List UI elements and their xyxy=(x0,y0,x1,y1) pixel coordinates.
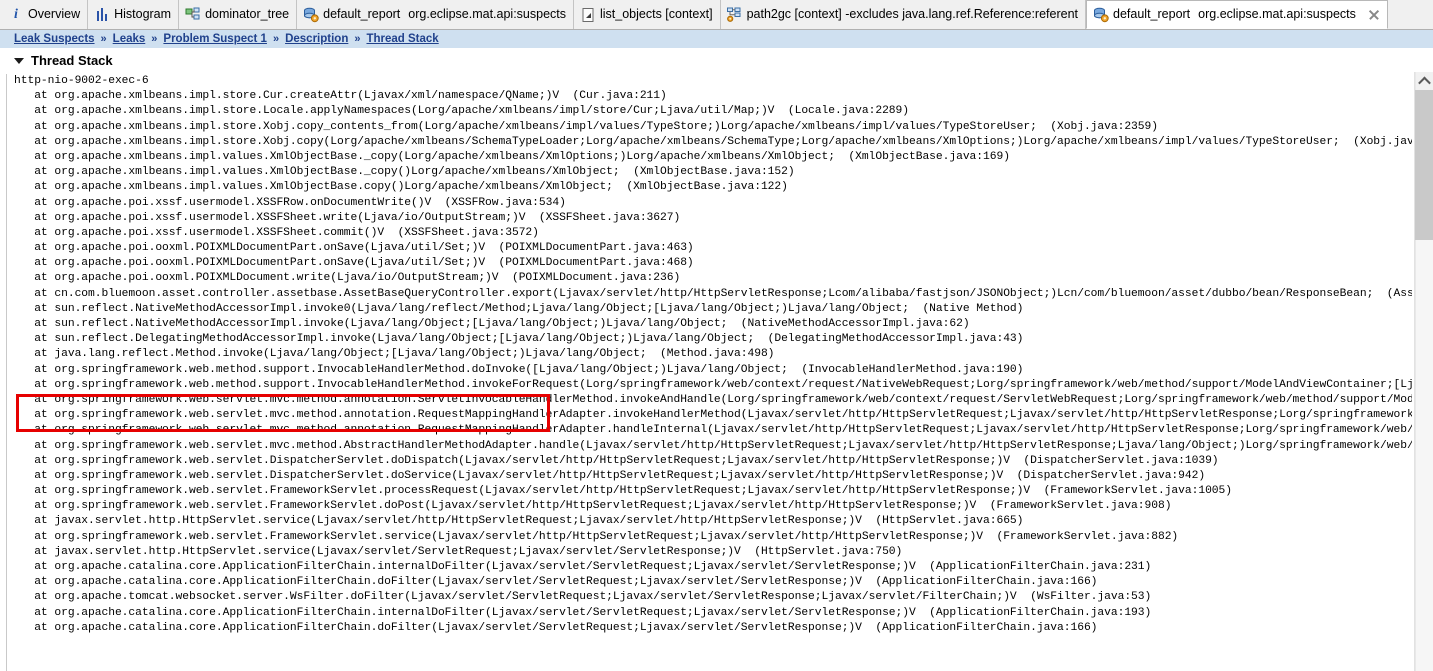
tab-label: default_report xyxy=(1113,7,1191,21)
breadcrumb-link[interactable]: Thread Stack xyxy=(366,33,438,45)
stack-frame-line[interactable]: at org.apache.xmlbeans.impl.values.XmlOb… xyxy=(14,165,1412,180)
editor-tab[interactable]: dominator_tree xyxy=(179,0,298,29)
tab-label: list_objects [context] xyxy=(600,7,713,21)
tab-label: Histogram xyxy=(114,7,172,21)
breadcrumb-link[interactable]: Description xyxy=(285,33,348,45)
tab-label: default_report xyxy=(323,7,401,21)
stack-frame-line[interactable]: at sun.reflect.NativeMethodAccessorImpl.… xyxy=(14,302,1412,317)
tab-label: dominator_tree xyxy=(205,7,290,21)
editor-tab[interactable]: path2gc [context] -excludes java.lang.re… xyxy=(720,0,1087,29)
stack-frame-line[interactable]: at org.apache.catalina.core.ApplicationF… xyxy=(14,575,1412,590)
stack-frame-line[interactable]: at org.apache.xmlbeans.impl.store.Locale… xyxy=(14,104,1412,119)
stack-frame-line[interactable]: at org.apache.xmlbeans.impl.store.Xobj.c… xyxy=(14,120,1412,135)
stack-frame-line[interactable]: at org.apache.catalina.core.ApplicationF… xyxy=(14,621,1412,636)
stack-frame-line[interactable]: at org.springframework.web.servlet.mvc.m… xyxy=(14,439,1412,454)
tab-label: Overview xyxy=(28,7,81,21)
stack-frame-line[interactable]: at org.apache.xmlbeans.impl.values.XmlOb… xyxy=(14,180,1412,195)
editor-tab[interactable]: default_report org.eclipse.mat.api:suspec… xyxy=(297,0,574,29)
stack-frame-line[interactable]: at org.apache.tomcat.websocket.server.Ws… xyxy=(14,590,1412,605)
thread-name: http-nio-9002-exec-6 xyxy=(14,75,149,87)
stack-frame-line[interactable]: at sun.reflect.DelegatingMethodAccessorI… xyxy=(14,332,1412,347)
stack-frame-line[interactable]: at org.apache.poi.ooxml.POIXMLDocument.w… xyxy=(14,271,1412,286)
stack-frame-line[interactable]: at java.lang.reflect.Method.invoke(Ljava… xyxy=(14,347,1412,362)
breadcrumb-separator-icon: » xyxy=(272,33,280,45)
histogram-icon xyxy=(94,7,110,23)
stack-trace-text[interactable]: http-nio-9002-exec-6 at org.apache.xmlbe… xyxy=(14,74,1412,636)
stack-frame-line[interactable]: at org.apache.poi.ooxml.POIXMLDocumentPa… xyxy=(14,256,1412,271)
stack-frame-line[interactable]: at org.springframework.web.servlet.mvc.m… xyxy=(14,393,1412,408)
stack-frame-line[interactable]: at org.springframework.web.servlet.Frame… xyxy=(14,499,1412,514)
breadcrumb-link[interactable]: Leak Suspects xyxy=(14,33,95,45)
editor-tab[interactable]: i Overview xyxy=(2,0,89,29)
info-icon: i xyxy=(14,6,18,22)
dominator-tree-icon xyxy=(185,7,201,23)
page-title: Thread Stack xyxy=(31,53,113,68)
close-icon[interactable] xyxy=(1368,9,1380,21)
stack-frame-line[interactable]: at org.apache.xmlbeans.impl.values.XmlOb… xyxy=(14,150,1412,165)
breadcrumb: Leak Suspects » Leaks » Problem Suspect 1 » De… xyxy=(0,30,1433,49)
list-objects-icon xyxy=(580,7,596,23)
collapse-twisty-icon[interactable] xyxy=(14,57,24,64)
breadcrumb-link[interactable]: Leaks xyxy=(113,33,146,45)
tab-label: path2gc [context] -excludes java.lang.re… xyxy=(746,7,1079,21)
thread-stack-panel: http-nio-9002-exec-6 at org.apache.xmlbe… xyxy=(0,72,1433,671)
report-icon xyxy=(1093,7,1109,23)
stack-frame-line[interactable]: at org.apache.xmlbeans.impl.store.Cur.cr… xyxy=(14,89,1412,104)
stack-frame-line[interactable]: at org.springframework.web.servlet.Frame… xyxy=(14,530,1412,545)
stack-frame-line[interactable]: at org.apache.xmlbeans.impl.store.Xobj.c… xyxy=(14,135,1412,150)
stack-frame-line[interactable]: at org.apache.catalina.core.ApplicationF… xyxy=(14,606,1412,621)
stack-frame-line[interactable]: at org.apache.poi.xssf.usermodel.XSSFShe… xyxy=(14,226,1412,241)
stack-frame-line[interactable]: at org.apache.poi.xssf.usermodel.XSSFRow… xyxy=(14,196,1412,211)
report-icon xyxy=(303,7,319,23)
breadcrumb-separator-icon: » xyxy=(151,33,158,45)
scrollbar-thumb[interactable] xyxy=(1415,90,1433,240)
tab-sublabel: org.eclipse.mat.api:suspects xyxy=(1198,7,1356,21)
stack-frame-line[interactable]: at org.springframework.web.method.suppor… xyxy=(14,363,1412,378)
editor-tab[interactable]: default_report org.eclipse.mat.api:suspec… xyxy=(1086,0,1388,29)
editor-tab[interactable]: Histogram xyxy=(88,0,180,29)
stack-frame-line[interactable]: at org.springframework.web.servlet.Dispa… xyxy=(14,454,1412,469)
stack-frame-line[interactable]: at org.apache.poi.ooxml.POIXMLDocumentPa… xyxy=(14,241,1412,256)
scroll-up-button[interactable] xyxy=(1415,72,1433,90)
stack-frame-line[interactable]: at org.springframework.web.servlet.mvc.m… xyxy=(14,423,1412,438)
tab-sublabel: org.eclipse.mat.api:suspects xyxy=(408,7,566,21)
breadcrumb-separator-icon: » xyxy=(354,33,361,45)
stack-frame-line[interactable]: at org.springframework.web.servlet.Dispa… xyxy=(14,469,1412,484)
stack-frame-line[interactable]: at sun.reflect.NativeMethodAccessorImpl.… xyxy=(14,317,1412,332)
stack-content-frame: http-nio-9002-exec-6 at org.apache.xmlbe… xyxy=(6,74,1412,671)
stack-frame-line[interactable]: at org.apache.poi.xssf.usermodel.XSSFShe… xyxy=(14,211,1412,226)
vertical-scrollbar[interactable] xyxy=(1414,72,1433,671)
section-header: Thread Stack xyxy=(0,49,1433,72)
editor-tab[interactable]: list_objects [context] xyxy=(574,0,721,29)
stack-frame-line[interactable]: at javax.servlet.http.HttpServlet.servic… xyxy=(14,545,1412,560)
stack-frame-line[interactable]: at org.springframework.web.servlet.Frame… xyxy=(14,484,1412,499)
stack-frame-line[interactable]: at org.springframework.web.servlet.mvc.m… xyxy=(14,408,1412,423)
stack-frame-line[interactable]: at javax.servlet.http.HttpServlet.servic… xyxy=(14,514,1412,529)
stack-frame-line[interactable]: at org.springframework.web.method.suppor… xyxy=(14,378,1412,393)
breadcrumb-separator-icon: » xyxy=(100,33,107,45)
breadcrumb-link[interactable]: Problem Suspect 1 xyxy=(163,33,267,45)
path2gc-icon xyxy=(726,7,743,23)
stack-frame-line[interactable]: at org.apache.catalina.core.ApplicationF… xyxy=(14,560,1412,575)
editor-tab-bar: i Overview Histogram dominator_tree default_… xyxy=(0,0,1433,30)
stack-frame-line[interactable]: at cn.com.bluemoon.asset.controller.asse… xyxy=(14,287,1412,302)
